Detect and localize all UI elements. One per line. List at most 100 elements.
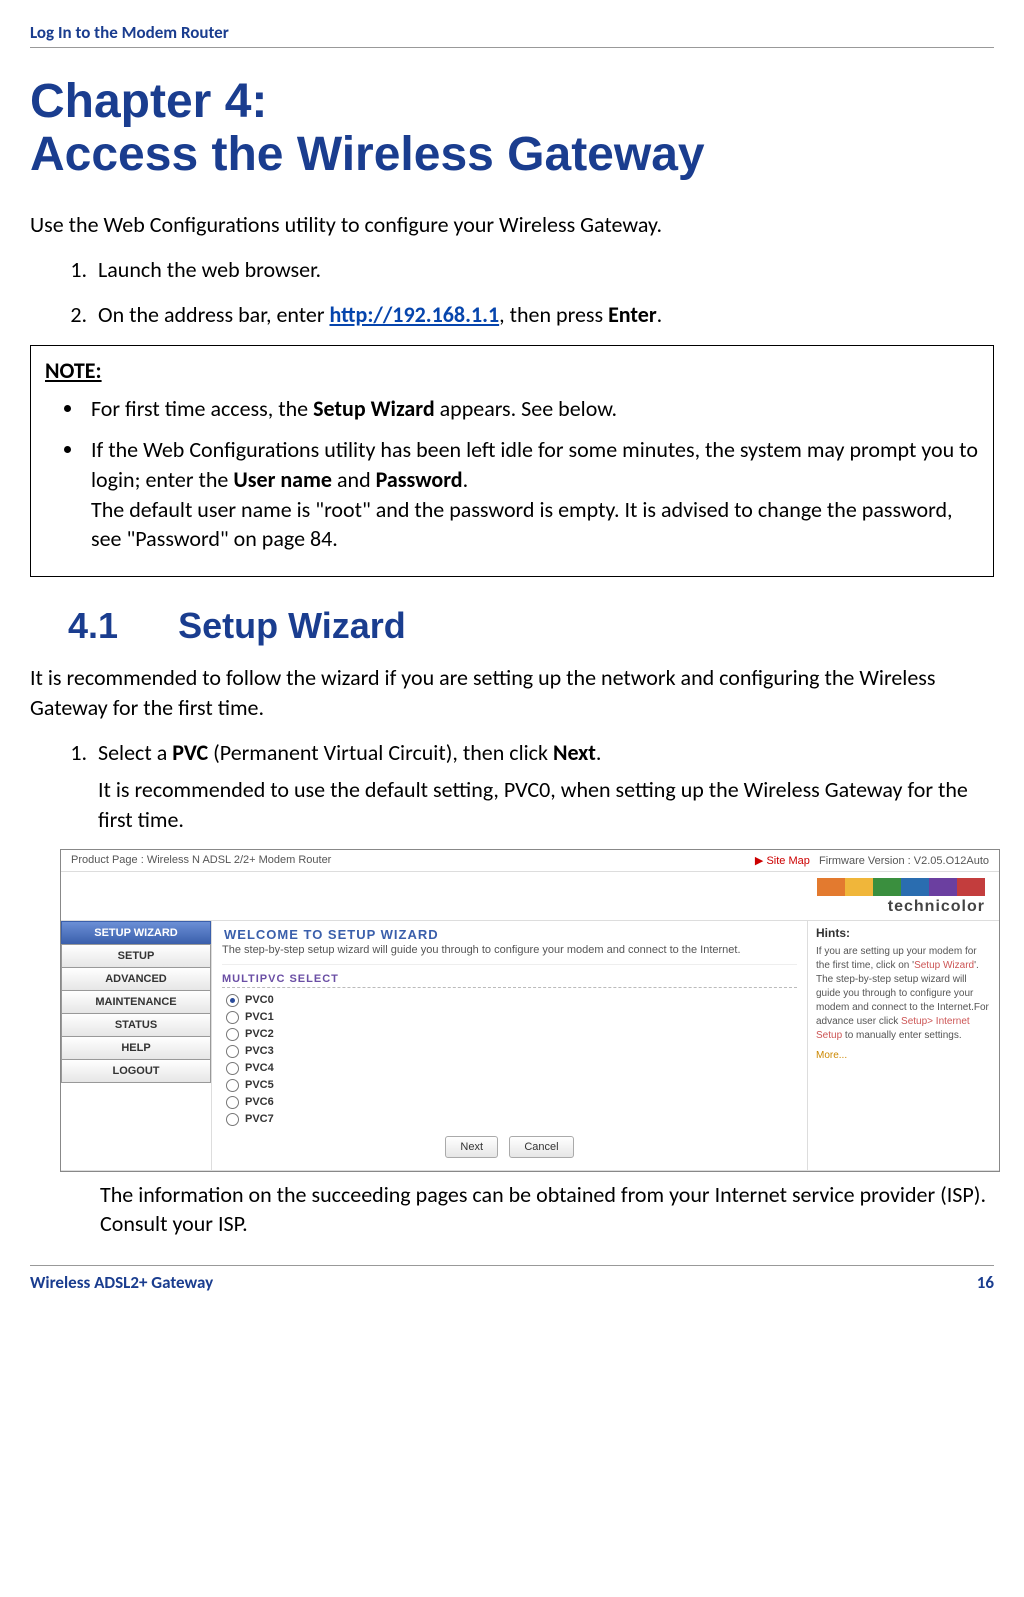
technicolor-logo: technicolor	[61, 898, 999, 920]
note-list: For first time access, the Setup Wizard …	[45, 394, 979, 554]
color-swatch	[817, 878, 845, 896]
site-map-link[interactable]: ▶ Site Map	[755, 855, 810, 867]
pvc7-row[interactable]: PVC7	[222, 1111, 797, 1128]
pvc3-row[interactable]: PVC3	[222, 1043, 797, 1060]
radio-icon[interactable]	[226, 1079, 239, 1092]
pvc4-label: PVC4	[245, 1062, 274, 1074]
step-2-text-b: , then press	[499, 301, 608, 328]
section-intro: It is recommended to follow the wizard i…	[30, 663, 994, 722]
nav-status[interactable]: STATUS	[61, 1013, 211, 1037]
note1-a: For first time access, the	[91, 395, 313, 422]
hints-more-link[interactable]: More...	[816, 1049, 991, 1063]
chapter-number: Chapter 4:	[30, 75, 267, 128]
radio-icon[interactable]	[226, 1011, 239, 1024]
radio-icon[interactable]	[226, 1045, 239, 1058]
step-1: Launch the web browser.	[92, 255, 994, 286]
color-swatch	[901, 878, 929, 896]
wizard-step-1-sub: It is recommended to use the default set…	[98, 775, 994, 834]
pvc5-row[interactable]: PVC5	[222, 1077, 797, 1094]
pvc7-label: PVC7	[245, 1113, 274, 1125]
main-panel: WELCOME TO SETUP WIZARD The step-by-step…	[211, 921, 808, 1170]
pvc2-row[interactable]: PVC2	[222, 1026, 797, 1043]
ws1-c: .	[596, 739, 602, 766]
step-2-text-a: On the address bar, enter	[98, 301, 329, 328]
enter-key-label: Enter	[608, 301, 657, 328]
hints-title: Hints:	[816, 925, 991, 942]
color-swatch	[873, 878, 901, 896]
nav-maintenance[interactable]: MAINTENANCE	[61, 990, 211, 1014]
note2-a: If the Web Configurations utility has be…	[91, 436, 978, 493]
color-swatch	[845, 878, 873, 896]
footer-page-number: 16	[977, 1272, 994, 1293]
intro-paragraph: Use the Web Configurations utility to co…	[30, 210, 994, 240]
page-header: Log In to the Modem Router	[30, 22, 994, 48]
router-url-link[interactable]: http://192.168.1.1	[329, 301, 499, 328]
hints-link-wizard[interactable]: Setup Wizard	[914, 960, 974, 971]
left-nav: SETUP WIZARD SETUP ADVANCED MAINTENANCE …	[61, 921, 211, 1170]
product-page-label: Product Page : Wireless N ADSL 2/2+ Mode…	[71, 854, 331, 867]
pvc0-row[interactable]: PVC0	[222, 992, 797, 1009]
radio-icon[interactable]	[226, 1028, 239, 1041]
nav-setup[interactable]: SETUP	[61, 944, 211, 968]
brand-color-bar	[61, 872, 999, 898]
wizard-step-1: Select a PVC (Permanent Virtual Circuit)…	[92, 738, 994, 834]
section-number: 4.1	[68, 605, 118, 646]
pvc2-label: PVC2	[245, 1028, 274, 1040]
pvc1-label: PVC1	[245, 1011, 274, 1023]
nav-help[interactable]: HELP	[61, 1036, 211, 1060]
note2-username: User name	[233, 466, 332, 493]
note2-c: The default user name is "root" and the …	[91, 496, 953, 553]
pvc6-row[interactable]: PVC6	[222, 1094, 797, 1111]
shot-topbar: Product Page : Wireless N ADSL 2/2+ Mode…	[61, 850, 999, 872]
pvc5-label: PVC5	[245, 1079, 274, 1091]
radio-icon[interactable]	[226, 994, 239, 1007]
setup-wizard-screenshot: Product Page : Wireless N ADSL 2/2+ Mode…	[60, 849, 1000, 1172]
note-item-2: If the Web Configurations utility has be…	[85, 435, 979, 554]
note1-bold: Setup Wizard	[313, 395, 435, 422]
welcome-subtext: The step-by-step setup wizard will guide…	[222, 944, 797, 965]
chapter-name: Access the Wireless Gateway	[30, 128, 705, 181]
note2-password: Password	[376, 466, 463, 493]
after-screenshot-text: The information on the succeeding pages …	[100, 1180, 994, 1239]
note-box: NOTE: For first time access, the Setup W…	[30, 345, 994, 577]
multipvc-heading: MULTIPVC SELECT	[222, 973, 797, 988]
chapter-title: Chapter 4: Access the Wireless Gateway	[30, 76, 994, 182]
color-swatch	[957, 878, 985, 896]
step-2-text-c: .	[657, 301, 663, 328]
pvc4-row[interactable]: PVC4	[222, 1060, 797, 1077]
firmware-area: ▶ Site Map Firmware Version : V2.05.O12A…	[755, 854, 989, 867]
nav-advanced[interactable]: ADVANCED	[61, 967, 211, 991]
page-footer: Wireless ADSL2+ Gateway 16	[30, 1265, 994, 1293]
top-steps-list: Launch the web browser. On the address b…	[30, 255, 994, 331]
cancel-button[interactable]: Cancel	[509, 1136, 573, 1158]
wizard-steps-list: Select a PVC (Permanent Virtual Circuit)…	[30, 738, 994, 834]
firmware-label: Firmware Version : V2.05.O12Auto	[819, 855, 989, 867]
note1-b: appears. See below.	[435, 395, 617, 422]
pvc6-label: PVC6	[245, 1096, 274, 1108]
section-name: Setup Wizard	[178, 605, 406, 646]
section-title: 4.1 Setup Wizard	[68, 605, 994, 647]
nav-setup-wizard[interactable]: SETUP WIZARD	[61, 921, 211, 945]
next-button[interactable]: Next	[445, 1136, 498, 1158]
ws1-a: Select a	[98, 739, 172, 766]
button-row: Next Cancel	[222, 1128, 797, 1162]
pvc3-label: PVC3	[245, 1045, 274, 1057]
radio-icon[interactable]	[226, 1062, 239, 1075]
hints-c: to manually enter settings.	[842, 1030, 962, 1041]
pvc1-row[interactable]: PVC1	[222, 1009, 797, 1026]
radio-icon[interactable]	[226, 1113, 239, 1126]
note-label: NOTE:	[45, 356, 979, 386]
nav-logout[interactable]: LOGOUT	[61, 1059, 211, 1083]
pvc0-label: PVC0	[245, 994, 274, 1006]
radio-icon[interactable]	[226, 1096, 239, 1109]
hints-panel: Hints: If you are setting up your modem …	[808, 921, 999, 1170]
ws1-next: Next	[553, 739, 596, 766]
note-item-1: For first time access, the Setup Wizard …	[85, 394, 979, 424]
site-map-text: Site Map	[766, 855, 809, 867]
step-2: On the address bar, enter http://192.168…	[92, 300, 994, 331]
ws1-pvc: PVC	[172, 739, 208, 766]
note2-b: .	[463, 466, 469, 493]
ws1-b: (Permanent Virtual Circuit), then click	[208, 739, 553, 766]
note2-mid: and	[332, 466, 376, 493]
color-swatch	[929, 878, 957, 896]
